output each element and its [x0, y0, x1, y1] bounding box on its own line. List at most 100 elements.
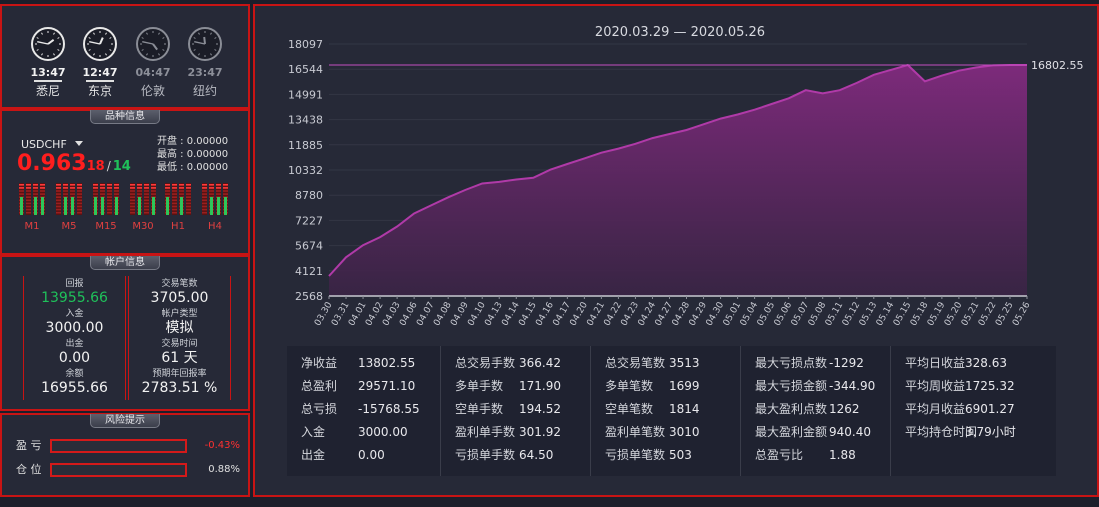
- stats-row: 多单手数 171.90: [441, 375, 591, 398]
- account-value: 16955.66: [41, 380, 108, 396]
- stats-key: 入金: [301, 425, 326, 439]
- chart-title: 2020.03.29 — 2020.05.26: [595, 25, 765, 40]
- x-tick-label: 05.26: [1011, 300, 1033, 328]
- stats-column: 平均日收益 328.63 平均周收益 1725.32 平均月收益 6901.27 平均持仓时…: [890, 346, 1056, 476]
- price-display: 0.96318/14: [17, 151, 131, 176]
- timeframe-m30[interactable]: M30: [129, 183, 157, 232]
- account-key: 出金: [65, 339, 84, 349]
- clock-time: 13:47: [30, 66, 66, 79]
- clock-city: 东京: [87, 84, 112, 98]
- account-box-right: 交易笔数 3705.00 帐户类型 模拟 交易时间 61 天预期年回报率 2783.51 %: [128, 276, 231, 400]
- account-item: 入金 3000.00: [24, 309, 125, 336]
- stats-key: 最大亏损金额: [755, 379, 828, 393]
- clock-face-icon: [31, 27, 65, 61]
- y-tick-label: 11885: [288, 139, 323, 152]
- risk-value: 0.88%: [208, 464, 240, 475]
- stats-value: 1699: [669, 379, 700, 393]
- y-tick-label: 2568: [295, 290, 323, 303]
- low-readout: 最低 : 0.00000: [157, 162, 229, 173]
- stats-row: 平均月收益 6901.27: [891, 398, 1057, 421]
- account-value: 61 天: [161, 350, 198, 366]
- stats-value: 3513: [669, 356, 700, 370]
- stats-key: 净收益: [301, 356, 338, 370]
- stats-value: 3010: [669, 425, 700, 439]
- timeframe-label: M30: [132, 221, 154, 232]
- signal-bars-icon: [93, 183, 119, 215]
- risk-panel: 风险提示 盈 亏 -0.43% 仓 位 0.88%: [0, 413, 250, 497]
- clock-active-bar: [86, 80, 114, 82]
- clock-1: 12:47 东京: [80, 26, 120, 99]
- clock-2: 04:47 伦敦: [133, 26, 173, 99]
- stats-row: 空单手数 194.52: [441, 398, 591, 421]
- account-panel: 帐户信息 回报 13955.66 入金 3000.00 出金 0.00 余额 16955.66…: [0, 255, 250, 411]
- account-item: 预期年回报率 2783.51 %: [129, 369, 230, 396]
- stats-value: 64.50: [519, 448, 554, 462]
- stats-key: 平均月收益: [905, 402, 966, 416]
- y-tick-label: 13438: [288, 114, 323, 127]
- timeframe-m1[interactable]: M1: [18, 183, 46, 232]
- symbol-panel-title: 品种信息: [90, 110, 160, 124]
- account-item: 帐户类型 模拟: [129, 309, 230, 336]
- signal-bars-icon: [202, 183, 228, 215]
- account-key: 交易时间: [161, 339, 198, 349]
- clock-0: 13:47 悉尼: [28, 26, 68, 99]
- account-box-left: 回报 13955.66 入金 3000.00 出金 0.00 余额 16955.66: [23, 276, 126, 400]
- stats-row: 总交易手数 366.42: [441, 352, 591, 375]
- timeframe-label: H1: [171, 221, 185, 232]
- stats-row: 最大亏损金额 -344.90: [741, 375, 891, 398]
- equity-chart: 2020.03.29 — 2020.05.26 18097 16544 14991 13…: [288, 25, 1084, 328]
- timeframe-h4[interactable]: H4: [201, 183, 229, 232]
- stats-column: 总交易手数 366.42 多单手数 171.90 空单手数 194.52 盈利单手数 301.…: [440, 346, 590, 476]
- account-value: 2783.51 %: [141, 380, 218, 396]
- timeframe-m15[interactable]: M15: [92, 183, 120, 232]
- stats-row: 最大亏损点数 -1292: [741, 352, 891, 375]
- stats-row: 入金 3000.00: [287, 421, 440, 444]
- account-item: 出金 0.00: [24, 339, 125, 366]
- risk-row: 盈 亏 -0.43%: [16, 439, 240, 453]
- y-tick-label: 14991: [288, 88, 323, 101]
- timeframe-label: H4: [208, 221, 222, 232]
- risk-bar: [50, 439, 187, 453]
- stats-value: 328.63: [965, 356, 1007, 370]
- stats-key: 出金: [301, 448, 326, 462]
- risk-key: 盈 亏: [16, 439, 42, 452]
- account-key: 入金: [65, 309, 84, 319]
- stats-value: 1725.32: [965, 379, 1015, 393]
- equity-area: [329, 65, 1027, 296]
- stats-key: 多单手数: [455, 379, 504, 393]
- account-value: 0.00: [58, 350, 91, 366]
- stats-key: 亏损单笔数: [605, 448, 666, 462]
- stats-row: 出金 0.00: [287, 444, 440, 467]
- clock-time: 23:47: [187, 66, 223, 79]
- symbol-panel: 品种信息 USDCHF 0.96318/14 开盘 : 0.00000 最高 :…: [0, 109, 250, 255]
- stats-value: 13802.55: [358, 356, 416, 370]
- timeframe-m5[interactable]: M5: [55, 183, 83, 232]
- stats-value: 6901.27: [965, 402, 1015, 416]
- y-tick-label: 8780: [295, 189, 323, 202]
- stats-value: 3.79小时: [965, 425, 1016, 439]
- stats-key: 总亏损: [301, 402, 338, 416]
- account-key: 帐户类型: [161, 309, 198, 319]
- timeframe-h1[interactable]: H1: [164, 183, 192, 232]
- y-tick-label: 5674: [295, 240, 323, 253]
- clock-face-icon: [136, 27, 170, 61]
- price-bid: 18: [86, 159, 105, 174]
- stats-key: 空单手数: [455, 402, 504, 416]
- stats-row: 净收益 13802.55: [287, 352, 440, 375]
- stats-value: -344.90: [829, 379, 876, 393]
- price-separator: /: [106, 159, 111, 173]
- stats-value: 940.40: [829, 425, 871, 439]
- account-item: 交易笔数 3705.00: [129, 279, 230, 306]
- stats-column: 最大亏损点数 -1292 最大亏损金额 -344.90 最大盈利点数 1262 最大盈利金额…: [740, 346, 890, 476]
- account-item: 交易时间 61 天: [129, 339, 230, 366]
- stats-key: 盈利单笔数: [605, 425, 666, 439]
- timeframe-label: M1: [24, 221, 40, 232]
- stats-value: 29571.10: [358, 379, 416, 393]
- dropdown-caret-icon[interactable]: [74, 141, 83, 146]
- last-value-label: 16802.55: [1031, 59, 1084, 72]
- risk-bar: [50, 463, 187, 477]
- stats-key: 总交易手数: [455, 356, 516, 370]
- price-ask: 14: [112, 159, 131, 174]
- account-panel-title: 帐户信息: [90, 256, 160, 270]
- symbol-selector[interactable]: USDCHF: [21, 138, 83, 151]
